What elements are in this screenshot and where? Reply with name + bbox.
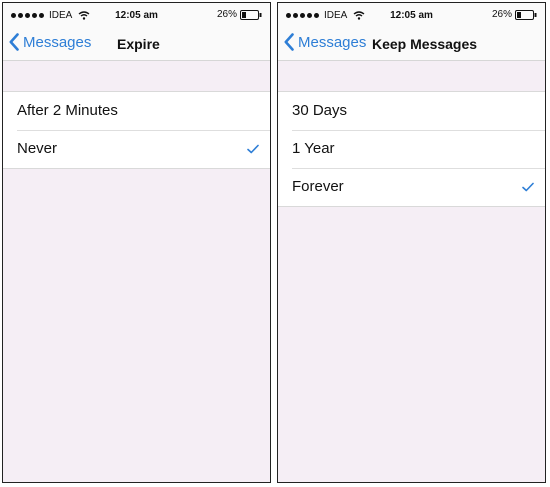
page-title: Keep Messages [372,36,478,52]
option-label: Never [17,140,58,157]
option-forever[interactable]: Forever [278,168,545,206]
option-1-year[interactable]: 1 Year [278,130,545,168]
option-label: After 2 Minutes [17,102,118,119]
back-label: Messages [298,33,367,51]
navigation-bar: Messages Expire [3,27,270,61]
option-label: Forever [292,178,344,195]
status-bar: IDEA 12:05 am 26% [3,3,270,27]
expire-screen: IDEA 12:05 am 26% Messages Expire After … [2,2,271,483]
checkmark-icon [522,182,534,192]
battery-icon [240,9,262,20]
back-button[interactable]: Messages [284,33,366,51]
chevron-left-icon [9,33,19,51]
battery-percent: 26% [491,9,512,20]
keep-messages-screen: IDEA 12:05 am 26% Messages Keep Messages [277,2,546,483]
option-label: 1 Year [292,140,335,157]
option-never[interactable]: Never [3,130,270,168]
status-right: 26% [217,9,262,20]
status-bar: IDEA 12:05 am 26% [278,3,545,27]
keep-messages-options-list: 30 Days 1 Year Forever [278,91,545,207]
back-button[interactable]: Messages [9,33,91,51]
chevron-left-icon [284,33,294,51]
option-after-2-minutes[interactable]: After 2 Minutes [3,92,270,130]
battery-icon [515,9,537,20]
option-30-days[interactable]: 30 Days [278,92,545,130]
battery-percent: 26% [216,9,237,20]
back-label: Messages [23,33,92,51]
page-title: Expire [117,36,160,52]
navigation-bar: Messages Keep Messages [278,27,545,61]
status-right: 26% [492,9,537,20]
checkmark-icon [247,144,259,154]
expire-options-list: After 2 Minutes Never [3,91,270,169]
option-label: 30 Days [292,102,348,119]
